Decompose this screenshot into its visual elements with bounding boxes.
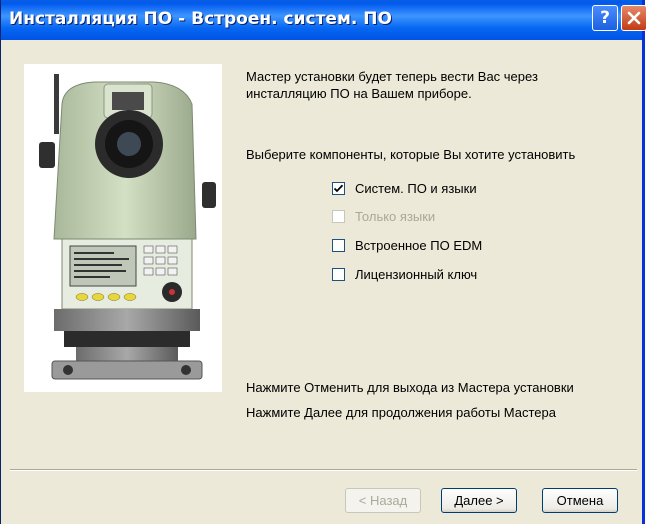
next-button[interactable]: Далее > — [441, 488, 517, 513]
cancel-button[interactable]: Отмена — [542, 488, 618, 513]
component-option-languages-only: Только языки — [332, 207, 435, 225]
component-label: Лицензионный ключ — [355, 266, 478, 282]
installer-dialog: Инсталляция ПО - Встроен. систем. ПО ? М… — [0, 0, 647, 524]
help-button[interactable]: ? — [592, 5, 618, 31]
total-station-image — [24, 64, 222, 392]
component-label: Встроенное ПО EDM — [355, 237, 483, 253]
cancel-hint: Нажмите Отменить для выхода из Мастера у… — [246, 380, 574, 395]
component-option-system-software[interactable]: Систем. ПО и языки — [332, 179, 477, 197]
checkbox — [332, 209, 345, 223]
close-button[interactable] — [621, 5, 647, 31]
component-option-license-key[interactable]: Лицензионный ключ — [332, 265, 477, 283]
intro-line-1: Мастер установки будет теперь вести Вас … — [246, 69, 538, 84]
checkmark-icon — [333, 184, 344, 192]
back-button: < Назад — [345, 488, 421, 513]
title-bar[interactable]: Инсталляция ПО - Встроен. систем. ПО ? — [1, 0, 647, 40]
window-title: Инсталляция ПО - Встроен. систем. ПО — [9, 9, 392, 29]
total-station-illustration — [39, 74, 216, 380]
close-icon — [627, 11, 641, 25]
next-hint: Нажмите Далее для продолжения работы Мас… — [246, 405, 556, 420]
component-option-edm-firmware[interactable]: Встроенное ПО EDM — [332, 236, 482, 254]
help-icon: ? — [600, 8, 610, 28]
components-prompt: Выберите компоненты, которые Вы хотите у… — [246, 147, 576, 162]
intro-line-2: инсталляцию ПО на Вашем приборе. — [246, 86, 472, 101]
footer-divider — [10, 469, 637, 471]
checkbox[interactable] — [332, 181, 345, 195]
checkbox[interactable] — [332, 238, 345, 252]
checkbox[interactable] — [332, 267, 345, 281]
component-label: Только языки — [355, 208, 436, 224]
component-label: Систем. ПО и языки — [355, 180, 477, 196]
